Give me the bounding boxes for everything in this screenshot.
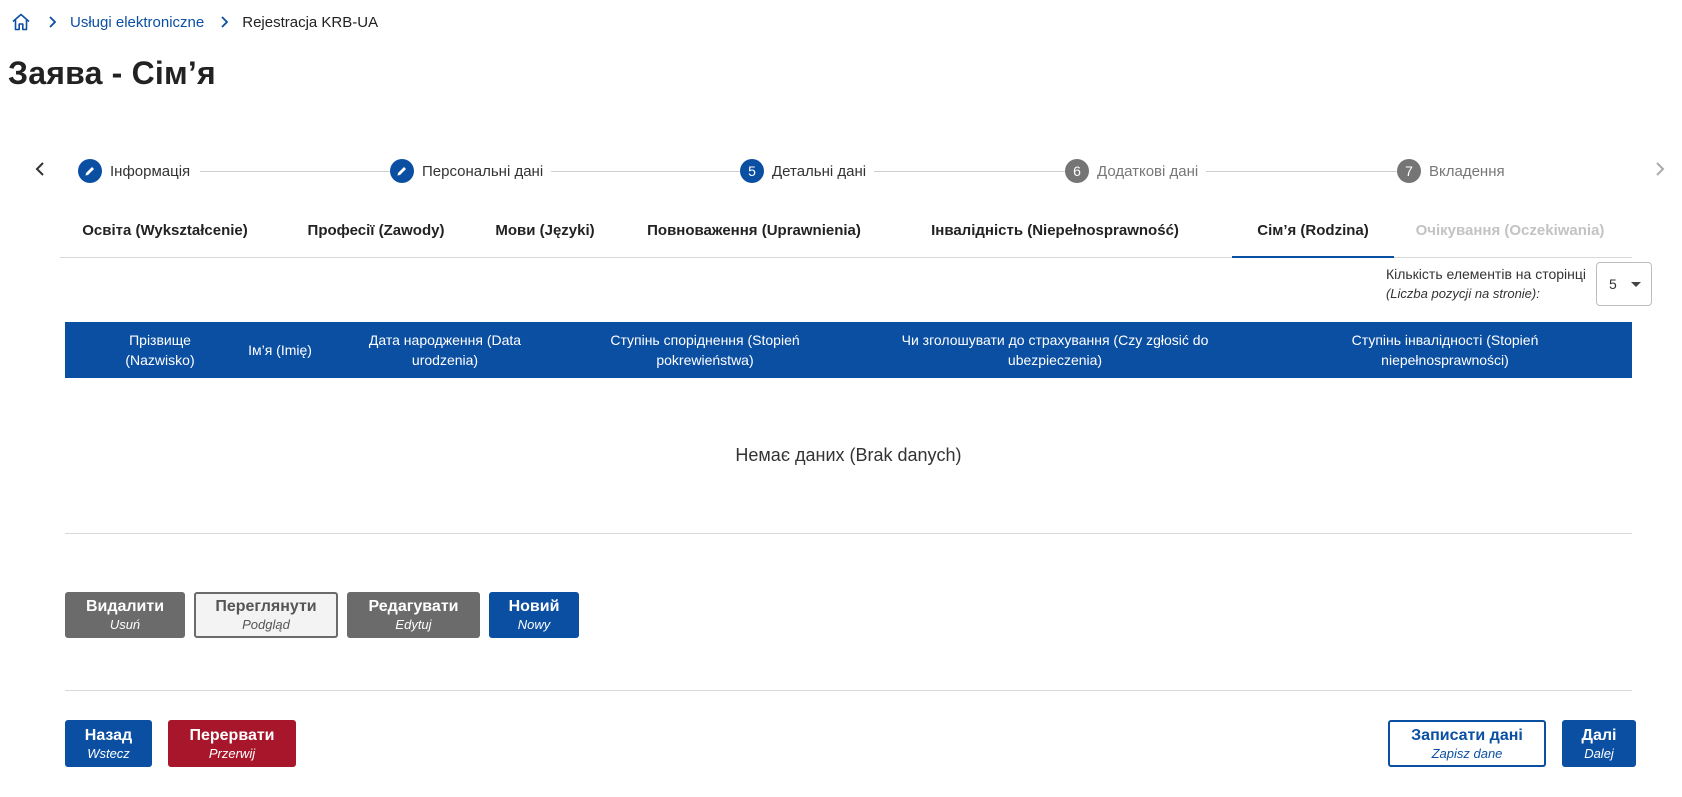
button-label: Далі bbox=[1581, 726, 1617, 744]
button-sublabel: Przerwij bbox=[208, 745, 256, 761]
breadcrumb: Usługi elektroniczne Rejestracja KRB-UA bbox=[10, 10, 378, 34]
tab-professions[interactable]: Професії (Zawody) bbox=[286, 212, 466, 258]
save-data-button[interactable]: Записати дані Zapisz dane bbox=[1388, 720, 1546, 767]
caret-down-icon bbox=[1631, 281, 1641, 287]
tab-permissions[interactable]: Повноваження (Uprawnienia) bbox=[626, 212, 882, 258]
button-label: Записати дані bbox=[1411, 726, 1523, 744]
step-additional-data[interactable]: 6 Додаткові дані bbox=[1065, 156, 1207, 186]
tab-languages[interactable]: Мови (Języki) bbox=[480, 212, 610, 258]
page-title: Заява - Сім’я bbox=[8, 55, 216, 91]
button-label: Видалити bbox=[85, 598, 165, 615]
page-size-label-sub: (Liczba pozycji na stronie): bbox=[1385, 286, 1540, 301]
pencil-icon bbox=[390, 159, 414, 183]
stepper-connector bbox=[538, 171, 758, 172]
button-label: Новий bbox=[508, 598, 560, 615]
step-number: 6 bbox=[1065, 159, 1089, 183]
view-button[interactable]: Переглянути Podgląd bbox=[194, 592, 338, 638]
step-detailed-data[interactable]: 5 Детальні дані bbox=[740, 156, 875, 186]
button-sublabel: Usuń bbox=[109, 617, 141, 632]
button-sublabel: Zapisz dane bbox=[1431, 745, 1503, 761]
step-attachments[interactable]: 7 Вкладення bbox=[1397, 156, 1513, 186]
page-size-select[interactable]: 5 bbox=[1596, 262, 1652, 306]
empty-state-message: Немає даних (Brak danych) bbox=[65, 378, 1632, 534]
step-label: Інформація bbox=[110, 162, 191, 180]
button-label: Назад bbox=[84, 726, 133, 744]
step-label: Детальні дані bbox=[772, 162, 867, 180]
column-header-first-name[interactable]: Ім’я (Imię) bbox=[245, 322, 315, 378]
stepper-prev-icon[interactable] bbox=[30, 160, 50, 183]
stepper-connector bbox=[1198, 171, 1416, 172]
button-sublabel: Nowy bbox=[517, 617, 551, 632]
button-label: Редагувати bbox=[368, 598, 459, 615]
breadcrumb-link-services[interactable]: Usługi elektroniczne bbox=[70, 14, 204, 31]
column-header-insurance[interactable]: Чи зголошувати до страхування (Czy zgłos… bbox=[875, 322, 1235, 378]
step-label: Додаткові дані bbox=[1097, 162, 1199, 180]
column-header-disability-level[interactable]: Ступінь інвалідності (Stopień niepełnosp… bbox=[1305, 322, 1585, 378]
tab-expectations: Очікування (Oczekiwania) bbox=[1415, 222, 1605, 239]
stepper-connector bbox=[200, 171, 420, 172]
abort-button[interactable]: Перервати Przerwij bbox=[168, 720, 296, 767]
button-sublabel: Podgląd bbox=[242, 617, 290, 632]
button-sublabel: Wstecz bbox=[87, 745, 130, 761]
tab-family[interactable]: Сім’я (Rodzina) bbox=[1232, 212, 1394, 258]
column-header-surname[interactable]: Прізвище (Nazwisko) bbox=[105, 322, 215, 378]
stepper-next-icon[interactable] bbox=[1650, 160, 1670, 183]
button-sublabel: Dalej bbox=[1584, 745, 1614, 761]
footer-divider bbox=[65, 690, 1632, 691]
back-button[interactable]: Назад Wstecz bbox=[65, 720, 152, 767]
home-icon[interactable] bbox=[10, 11, 32, 33]
step-label: Вкладення bbox=[1429, 162, 1505, 180]
stepper-connector bbox=[870, 171, 1086, 172]
pencil-icon bbox=[78, 159, 102, 183]
next-button[interactable]: Далі Dalej bbox=[1562, 720, 1636, 767]
tab-disability[interactable]: Інвалідність (Niepełnosprawność) bbox=[896, 212, 1214, 258]
delete-button[interactable]: Видалити Usuń bbox=[65, 592, 185, 638]
column-header-birth-date[interactable]: Дата народження (Data urodzenia) bbox=[345, 322, 545, 378]
page-size-label-main: Кількість елементів на сторінці bbox=[1385, 266, 1586, 282]
page-size-label: Кількість елементів на сторінці (Liczba … bbox=[1386, 264, 1586, 304]
chevron-right-icon bbox=[220, 16, 230, 28]
stepper: Інформація Персональні дані 5 Детальні д… bbox=[30, 156, 1670, 186]
new-button[interactable]: Новий Nowy bbox=[489, 592, 579, 638]
edit-button[interactable]: Редагувати Edytuj bbox=[347, 592, 480, 638]
button-label: Перервати bbox=[189, 726, 275, 744]
column-header-relationship[interactable]: Ступінь споріднення (Stopień pokrewieńst… bbox=[585, 322, 825, 378]
step-personal-data[interactable]: Персональні дані bbox=[390, 156, 552, 186]
step-label: Персональні дані bbox=[422, 162, 544, 180]
step-number: 5 bbox=[740, 159, 764, 183]
family-table: Прізвище (Nazwisko) Ім’я (Imię) Дата нар… bbox=[65, 322, 1632, 534]
tab-bar: Освіта (Wykształcenie) Професії (Zawody)… bbox=[60, 212, 1632, 258]
page-size-value: 5 bbox=[1609, 276, 1617, 292]
page-size-control: Кількість елементів на сторінці (Liczba … bbox=[1386, 262, 1652, 306]
button-label: Переглянути bbox=[215, 598, 317, 615]
tab-education[interactable]: Освіта (Wykształcenie) bbox=[60, 212, 270, 258]
breadcrumb-current: Rejestracja KRB-UA bbox=[242, 13, 379, 31]
step-number: 7 bbox=[1397, 159, 1421, 183]
chevron-right-icon bbox=[48, 16, 58, 28]
button-sublabel: Edytuj bbox=[395, 617, 432, 632]
step-information[interactable]: Інформація bbox=[78, 156, 199, 186]
table-header: Прізвище (Nazwisko) Ім’я (Imię) Дата нар… bbox=[65, 322, 1632, 378]
